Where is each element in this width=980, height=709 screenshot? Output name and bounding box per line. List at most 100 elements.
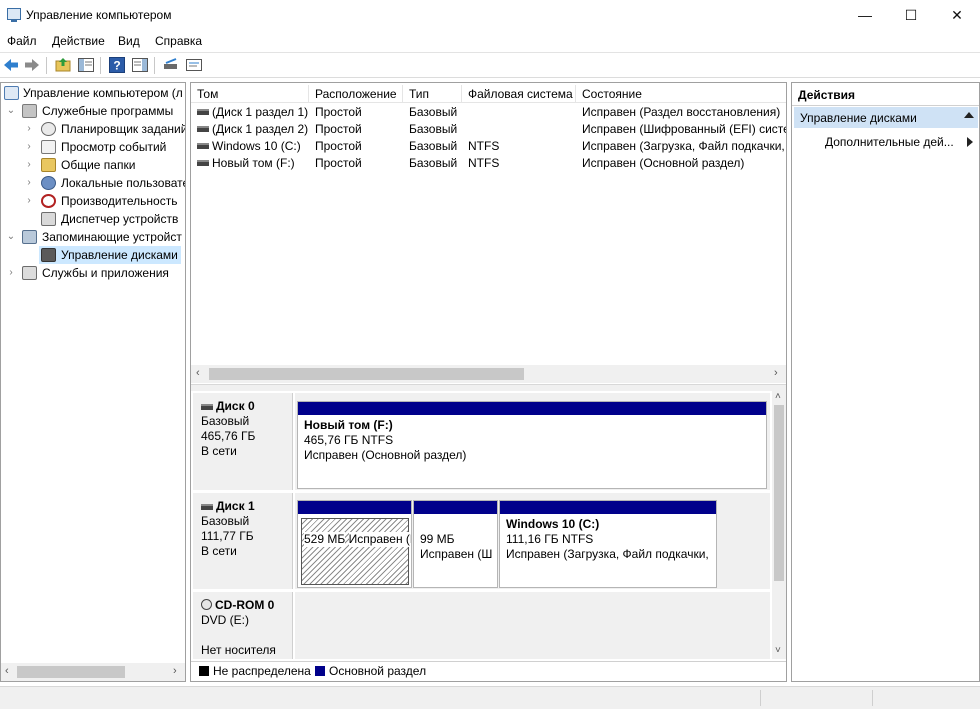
pane-splitter[interactable] — [191, 384, 786, 391]
chevron-down-icon[interactable]: ⌄ — [6, 102, 16, 120]
scroll-right-icon[interactable]: › — [774, 367, 778, 379]
disk-view-vertical-scrollbar[interactable]: ˄ ˅ — [772, 391, 786, 659]
actions-more-actions[interactable]: Дополнительные дей... — [794, 132, 978, 152]
disk-icon — [201, 504, 213, 510]
column-header-type[interactable]: Тип — [403, 85, 462, 103]
scroll-left-icon[interactable]: ‹ — [196, 367, 200, 379]
help-icon[interactable]: ? — [108, 56, 126, 74]
disk-1-label[interactable]: Диск 1 Базовый 111,77 ГБ В сети — [193, 493, 293, 589]
users-icon — [41, 176, 56, 190]
tree-horizontal-scrollbar[interactable]: ‹ › — [1, 663, 185, 681]
legend-swatch-primary — [315, 666, 325, 676]
menu-file[interactable]: Файл — [7, 34, 37, 48]
table-row[interactable]: Новый том (F:) Простой Базовый NTFS Испр… — [191, 155, 786, 172]
tree-item-system-tools[interactable]: ⌄ Служебные программы — [1, 102, 185, 120]
scroll-up-icon[interactable]: ˄ — [775, 391, 781, 402]
chevron-right-icon[interactable]: › — [24, 156, 34, 174]
chevron-right-icon[interactable]: › — [24, 174, 34, 192]
tree-item-event-viewer[interactable]: › Просмотр событий — [1, 138, 185, 156]
status-divider — [872, 690, 873, 706]
cdrom-0-label[interactable]: CD-ROM 0 DVD (E:) Нет носителя — [193, 592, 293, 659]
scroll-right-icon[interactable]: › — [173, 665, 177, 677]
volume-icon — [197, 143, 209, 149]
scroll-down-icon[interactable]: ˅ — [775, 645, 781, 656]
tree-item-storage[interactable]: ⌄ Запоминающие устройст — [1, 228, 185, 246]
cdrom-icon — [201, 599, 212, 610]
minimize-button[interactable]: — — [842, 0, 888, 30]
disk-0-label[interactable]: Диск 0 Базовый 465,76 ГБ В сети — [193, 393, 293, 490]
navigation-tree: Управление компьютером (л ⌄ Служебные пр… — [0, 82, 186, 682]
status-bar — [0, 686, 980, 709]
tree-item-performance[interactable]: › Производительность — [1, 192, 185, 210]
properties-icon[interactable] — [185, 56, 203, 74]
chevron-right-icon[interactable]: › — [24, 138, 34, 156]
tree-root[interactable]: Управление компьютером (л — [1, 84, 185, 102]
column-header-file-system[interactable]: Файловая система — [462, 85, 576, 103]
collapse-up-icon[interactable] — [964, 112, 974, 118]
back-icon[interactable] — [2, 56, 20, 74]
scroll-left-icon[interactable]: ‹ — [5, 665, 9, 677]
clock-icon — [41, 122, 56, 136]
window-title: Управление компьютером — [26, 8, 172, 22]
disk-0-partitions: Новый том (F:) 465,76 ГБ NTFS Исправен (… — [295, 393, 770, 490]
tree-item-task-scheduler[interactable]: › Планировщик заданий — [1, 120, 185, 138]
menu-help[interactable]: Справка — [155, 34, 202, 48]
column-header-status[interactable]: Состояние — [576, 85, 786, 103]
chevron-right-icon[interactable]: › — [24, 120, 34, 138]
shared-folder-icon — [41, 158, 56, 172]
tree-item-disk-management[interactable]: Управление дисками — [1, 246, 185, 264]
show-hide-tree-icon[interactable] — [77, 56, 95, 74]
legend-swatch-unallocated — [199, 666, 209, 676]
close-button[interactable]: ✕ — [934, 0, 980, 30]
cdrom-0-area — [295, 592, 770, 659]
toolbar: ? — [0, 52, 980, 78]
table-row[interactable]: (Диск 1 раздел 2) Простой Базовый Исправ… — [191, 121, 786, 138]
tree-item-shared-folders[interactable]: › Общие папки — [1, 156, 185, 174]
legend-label-unallocated: Не распределена — [213, 664, 311, 678]
column-header-volume[interactable]: Том — [191, 85, 309, 103]
actions-title: Действия — [798, 88, 856, 102]
tree-item-local-users[interactable]: › Локальные пользовате — [1, 174, 185, 192]
chevron-right-icon[interactable]: › — [24, 192, 34, 210]
maximize-button[interactable]: ☐ — [888, 0, 934, 30]
status-divider — [760, 690, 761, 706]
disk-management-icon — [41, 248, 56, 262]
chevron-down-icon[interactable]: ⌄ — [6, 228, 16, 246]
column-header-layout[interactable]: Расположение — [309, 85, 403, 103]
forward-icon[interactable] — [23, 56, 41, 74]
submenu-arrow-icon — [967, 137, 973, 147]
title-bar: Управление компьютером — ☐ ✕ — [0, 0, 980, 30]
show-hide-actions-icon[interactable] — [131, 56, 149, 74]
disk-1-partitions: 529 МБ Исправен (Раздел 99 МБ Исправен (… — [295, 493, 770, 589]
menu-view[interactable]: Вид — [118, 34, 140, 48]
toolbar-separator — [154, 57, 155, 74]
legend: Не распределена Основной раздел — [191, 661, 786, 681]
table-row[interactable]: (Диск 1 раздел 1) Простой Базовый Исправ… — [191, 104, 786, 121]
actions-pane: Действия Управление дисками Дополнительн… — [791, 82, 980, 682]
menu-action[interactable]: Действие — [52, 34, 105, 48]
actions-section-disk-management[interactable]: Управление дисками — [794, 107, 978, 128]
partition-efi[interactable]: 99 МБ Исправен (Ш — [413, 500, 498, 588]
partition-windows-c[interactable]: Windows 10 (C:) 111,16 ГБ NTFS Исправен … — [499, 500, 717, 588]
scrollbar-thumb[interactable] — [209, 368, 524, 380]
volume-list-horizontal-scrollbar[interactable]: ‹ › — [191, 365, 786, 383]
chevron-right-icon[interactable]: › — [6, 264, 16, 282]
legend-label-primary: Основной раздел — [329, 664, 427, 678]
volume-icon — [197, 109, 209, 115]
up-folder-icon[interactable] — [54, 56, 72, 74]
partition-recovery[interactable]: 529 МБ Исправен (Раздел — [297, 500, 412, 588]
scrollbar-thumb[interactable] — [17, 666, 125, 678]
table-row[interactable]: Windows 10 (C:) Простой Базовый NTFS Исп… — [191, 138, 786, 155]
performance-icon — [41, 194, 56, 208]
partition-new-volume-f[interactable]: Новый том (F:) 465,76 ГБ NTFS Исправен (… — [297, 401, 767, 489]
tree-item-services-apps[interactable]: › Службы и приложения — [1, 264, 185, 282]
scrollbar-thumb[interactable] — [774, 405, 784, 581]
toolbar-separator — [46, 57, 47, 74]
device-manager-icon — [41, 212, 56, 226]
actions-title-divider — [792, 105, 979, 106]
connect-drive-icon[interactable] — [162, 56, 180, 74]
volume-list-header: Том Расположение Тип Файловая система Со… — [191, 85, 786, 103]
computer-management-icon — [4, 86, 19, 100]
toolbar-separator — [100, 57, 101, 74]
tree-item-device-manager[interactable]: Диспетчер устройств — [1, 210, 185, 228]
